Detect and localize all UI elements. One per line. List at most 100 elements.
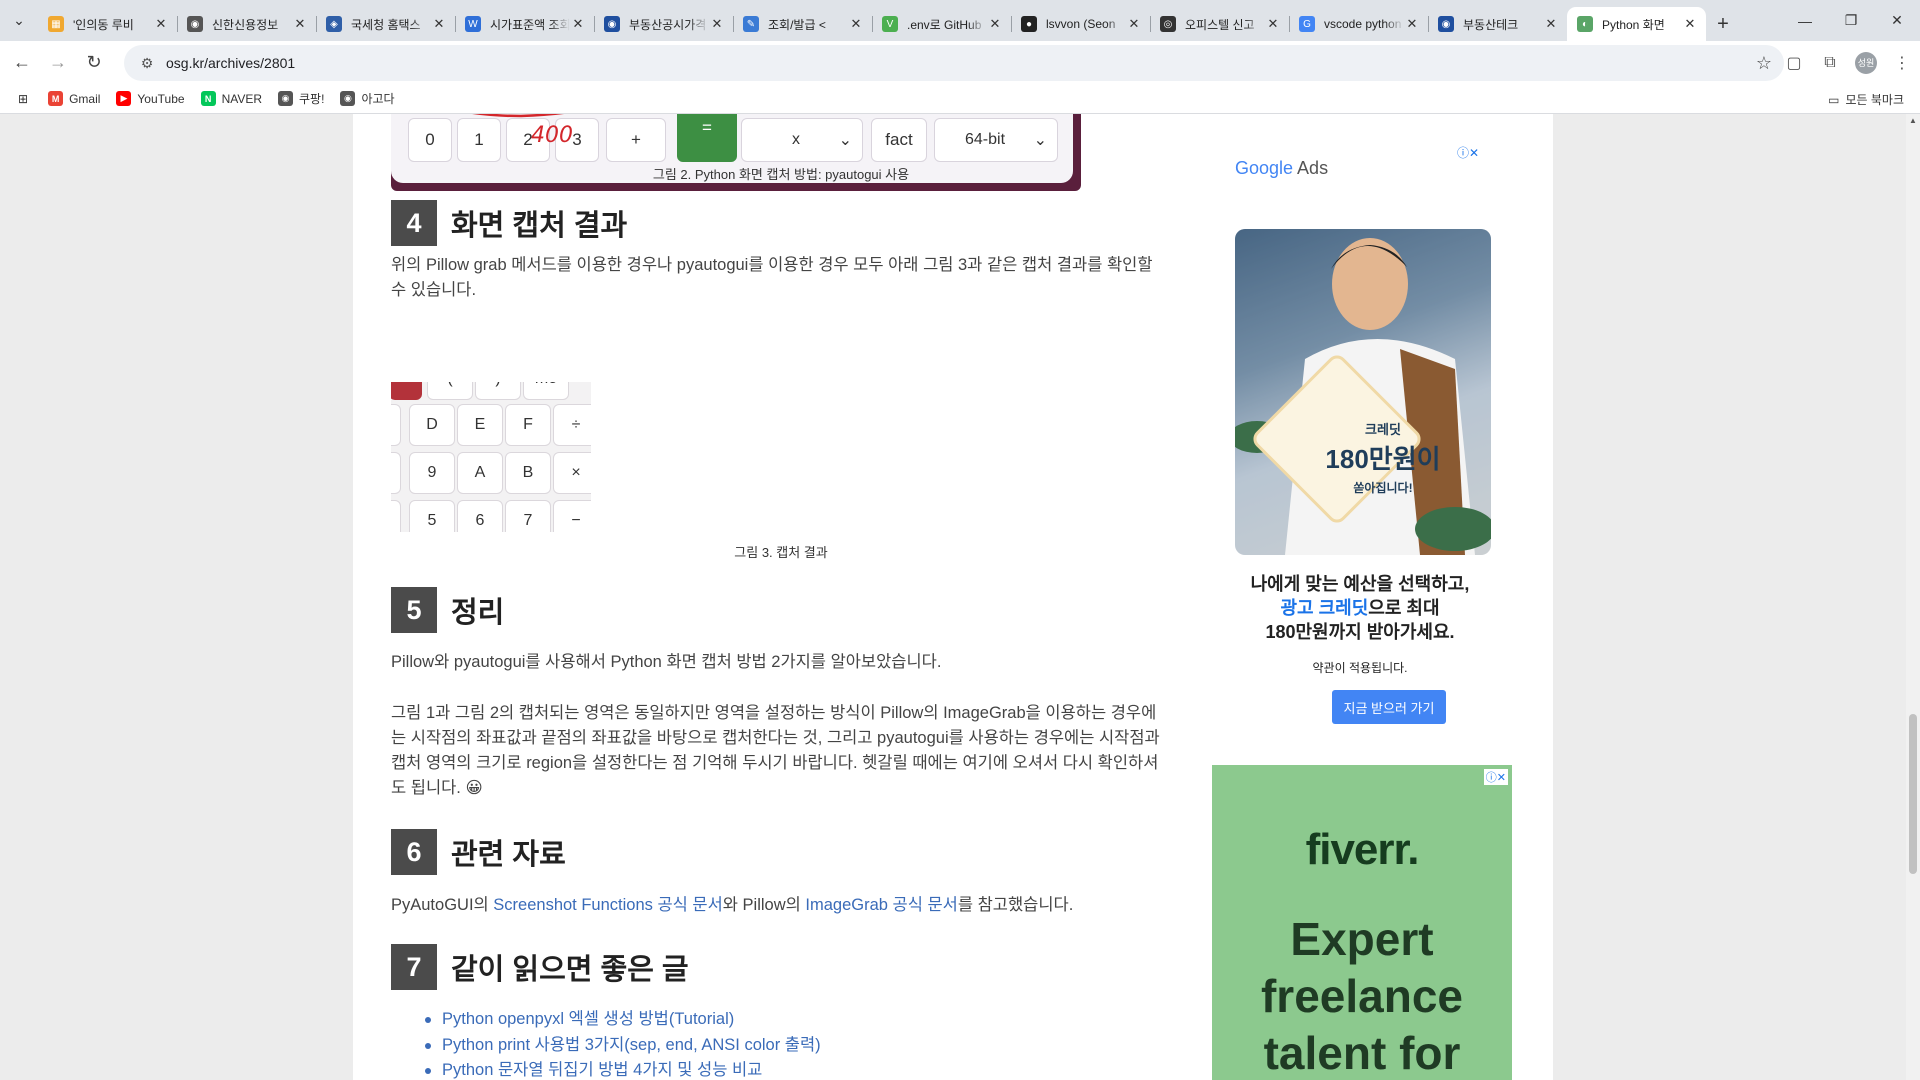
back-button[interactable]: ← [4,46,40,80]
browser-tab[interactable]: ◉ 신한신용정보 ✕ [177,7,316,41]
kb-key: × [553,452,591,494]
bookmark-item[interactable]: M Gmail [48,90,100,107]
tab-close-icon[interactable]: ✕ [1404,16,1420,32]
scrollbar-thumb[interactable] [1909,714,1917,874]
browser-tab[interactable]: ◉ 부동산공시가격 ✕ [594,7,733,41]
bookmark-star-icon[interactable]: ☆ [1756,53,1772,74]
avatar[interactable]: 성원 [1855,51,1877,74]
kb-key: ) [475,382,521,400]
tab-strip: ⌄ ▦ '인의동 루비 ✕ ◉ 신한신용정보 ✕ ◈ 국세청 홈택스 ✕ W 시가표준액 조회 ✕ ◉ 부… [0,0,1920,41]
ad-choices-icon[interactable]: ⓘ✕ [1483,769,1508,785]
tab-title: .env로 GitHub [907,17,982,32]
screenshot-functions-link[interactable]: Screenshot Functions 공식 문서 [493,896,722,914]
minimize-button[interactable]: — [1782,0,1828,41]
tab-close-icon[interactable]: ✕ [1543,16,1559,32]
kb-key [391,500,401,532]
figure-2-caption: 그림 2. Python 화면 캡처 방법: pyautogui 사용 [652,167,910,182]
browser-tab[interactable]: ◈ 국세청 홈택스 ✕ [316,7,455,41]
bookmarks-bar: ⊞ M Gmail ▶ YouTube N NAVER ◉ 쿠팡! ◉ 아고다 ▭ 모든 북마크 [0,84,1920,114]
ad-photo: 크레딧 180만원이 쏟아집니다! [1235,229,1491,555]
kb-key: ÷ [553,404,591,446]
calc-key-equals: = [677,114,737,162]
browser-tab[interactable]: W 시가표준액 조회 ✕ [455,7,594,41]
browser-tab[interactable]: ◐ Python 화면 ✕ [1567,7,1706,41]
tab-close-icon[interactable]: ✕ [987,16,1003,32]
kb-key: F [505,404,551,446]
scroll-up-icon[interactable]: ▲ [1909,116,1917,125]
fiverr-line: talent for [1263,1027,1461,1079]
figure-3-caption: 그림 3. 캡처 결과 [734,545,828,560]
tab-close-icon[interactable]: ✕ [848,16,864,32]
tab-close-icon[interactable]: ✕ [1265,16,1281,32]
tab-close-icon[interactable]: ✕ [153,16,169,32]
more-menu-icon[interactable]: ⋮ [1884,45,1920,81]
ad-choices-icon[interactable]: ⓘ✕ [1457,144,1479,161]
extensions-icon[interactable]: ⧉ [1812,45,1848,81]
bookmark-favicon-icon: ◉ [278,91,294,106]
browser-tab[interactable]: Gvscode python ✕ [1289,7,1428,41]
forward-button[interactable]: → [40,46,76,80]
tab-search-button[interactable]: ⌄ [0,0,38,41]
section-5-heading: 5 정리 [391,587,504,633]
address-bar[interactable]: ⚙ osg.kr/archives/2801 ☆ [124,45,1784,81]
tab-close-icon[interactable]: ✕ [570,16,586,32]
site-info-icon[interactable]: ⚙ [132,55,162,72]
tab-close-icon[interactable]: ✕ [1126,16,1142,32]
section-5-paragraph-1: Pillow와 pyautogui를 사용해서 Python 화면 캡처 방법 … [391,653,942,671]
kb-key [391,382,422,400]
tab-close-icon[interactable]: ✕ [709,16,725,32]
chevron-down-icon: ⌄ [1033,132,1047,149]
browser-tab[interactable]: ◉ 부동산테크 ✕ [1428,7,1567,41]
section-5-paragraph-2: 그림 1과 그림 2의 캡처되는 영역은 동일하지만 영역을 설정하는 방식이 … [391,704,1160,797]
section-title: 정리 [451,597,505,629]
tab-title: 국세청 홈택스 [351,17,421,32]
tab-favicon-icon: W [465,16,481,32]
url-text[interactable]: osg.kr/archives/2801 [166,55,295,71]
google-ads-banner[interactable]: Google Ads ⓘ✕ 크레딧 180만원이 쏟아집니다! 나에게 맞는 예… [1215,114,1505,724]
bookmark-item[interactable]: ▶ YouTube [116,90,185,107]
calc-select: x ⌄ [741,118,863,162]
close-window-button[interactable]: ✕ [1874,0,1920,41]
calc-bits-select: 64-bit ⌄ [934,118,1058,162]
ads-wordmark: Ads [1293,158,1329,178]
tab-favicon-icon: ◉ [604,16,620,32]
browser-tab[interactable]: V .env로 GitHub ✕ [872,7,1011,41]
new-tab-button[interactable]: + [1706,7,1740,41]
maximize-button[interactable]: ❐ [1828,0,1874,41]
bookmark-item[interactable]: ◉ 쿠팡! [278,90,324,107]
section-number: 5 [391,587,437,633]
imagegrab-docs-link[interactable]: ImageGrab 공식 문서 [805,896,957,914]
ad-cta-button[interactable]: 지금 받으러 가기 [1332,690,1446,724]
browser-tab[interactable]: ◎ 오피스텔 신고 ✕ [1150,7,1289,41]
browser-toolbar: ← → ↻ ⚙ osg.kr/archives/2801 ☆ ▢ ⧉ 성원 ⋮ [0,41,1920,84]
page-scrollbar[interactable]: ▲ [1906,114,1920,1080]
browser-tab[interactable]: ▦ '인의동 루비 ✕ [38,7,177,41]
apps-icon[interactable]: ⊞ [18,92,28,106]
calc-bits-value: 64-bit [965,131,1006,148]
bookmark-label: 쿠팡! [299,92,325,106]
bookmark-label: 아고다 [361,92,395,106]
tab-close-icon[interactable]: ✕ [431,16,447,32]
bookmark-favicon-icon: M [48,91,64,106]
reading-list-icon[interactable]: ▢ [1776,45,1812,81]
related-post-link[interactable]: Python 문자열 뒤집기 방법 4가지 및 성능 비교 [425,1058,821,1080]
browser-tab[interactable]: ✎ 조회/발급 < ✕ [733,7,872,41]
reload-button[interactable]: ↻ [76,46,112,80]
tab-close-icon[interactable]: ✕ [292,16,308,32]
kb-key [391,452,401,494]
text: PyAutoGUI의 [391,896,494,914]
bookmark-item[interactable]: N NAVER [200,90,262,107]
tab-title: 부동산테크 [1463,17,1519,32]
ad-headline-text: 으로 최대 [1368,598,1440,618]
all-bookmarks-button[interactable]: ▭ 모든 북마크 [1828,91,1904,108]
kb-key: D [409,404,455,446]
fiverr-headline: Expert freelance talent for [1212,911,1512,1080]
chevron-down-icon: ⌄ [13,12,25,28]
related-post-link[interactable]: Python print 사용법 3가지(sep, end, ANSI colo… [425,1033,821,1059]
bookmark-item[interactable]: ◉ 아고다 [340,90,395,107]
tab-close-icon[interactable]: ✕ [1682,16,1698,32]
related-post-link[interactable]: Python openpyxl 엑셀 생성 방법(Tutorial) [425,1007,821,1033]
browser-tab[interactable]: ● lsvvon (Seon ✕ [1011,7,1150,41]
section-title: 같이 읽으면 좋은 글 [451,954,689,986]
fiverr-ad[interactable]: ⓘ✕ fiverr. Expert freelance talent for [1212,765,1512,1080]
